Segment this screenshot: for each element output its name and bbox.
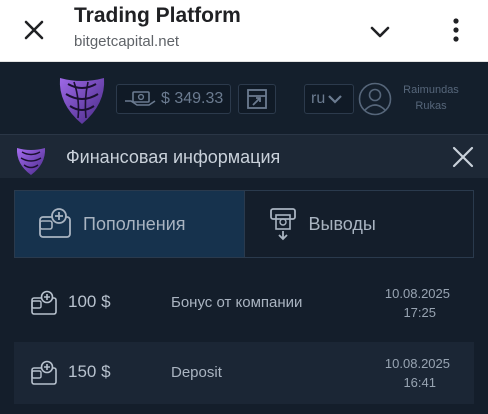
more-vert-icon[interactable] — [444, 16, 468, 44]
language-value: ru — [311, 90, 326, 107]
transaction-amount: 150 $ — [68, 362, 111, 381]
tab-withdrawals-label: Выводы — [308, 213, 376, 234]
transaction-time: 17:25 — [403, 305, 436, 320]
user-last-name: Rukas — [415, 100, 447, 112]
close-icon[interactable] — [22, 18, 46, 42]
browser-toolbar: Trading Platform bitgetcapital.net — [0, 0, 488, 62]
transaction-datetime: 10.08.2025 17:25 — [360, 284, 450, 322]
app-header: $ 349.33 ru Raimundas Rukas — [0, 62, 488, 134]
transaction-row[interactable]: 100 $ Бонус от компании 10.08.2025 17:25 — [14, 272, 474, 334]
modal-header: Финансовая информация — [0, 134, 488, 178]
tab-deposits-label: Пополнения — [83, 213, 186, 234]
transaction-description: Бонус от компании — [171, 294, 303, 311]
chevron-down-icon[interactable] — [368, 20, 392, 44]
export-button[interactable] — [238, 84, 276, 114]
transaction-amount: 100 $ — [68, 292, 111, 311]
page-url[interactable]: bitgetcapital.net — [74, 33, 179, 50]
tab-withdrawals[interactable]: Выводы — [245, 191, 474, 257]
balance-display[interactable]: $ 349.33 — [116, 84, 231, 114]
brand-logo-icon — [16, 148, 46, 175]
user-avatar-icon[interactable] — [358, 82, 392, 116]
user-name[interactable]: Raimundas Rukas — [396, 82, 466, 114]
close-icon[interactable] — [450, 144, 476, 170]
tab-deposits[interactable]: Пополнения — [15, 191, 245, 257]
modal-title: Финансовая информация — [66, 147, 281, 167]
transaction-datetime: 10.08.2025 16:41 — [360, 354, 450, 392]
wallet-plus-icon — [31, 360, 57, 385]
wallet-plus-icon — [31, 290, 57, 315]
wallet-plus-icon — [39, 208, 71, 238]
chevron-down-icon — [328, 95, 343, 104]
atm-withdraw-icon — [269, 208, 296, 241]
brand-logo[interactable] — [54, 70, 110, 128]
financial-info-modal: Финансовая информация Пополнения Выводы … — [0, 134, 488, 414]
transaction-time: 16:41 — [403, 375, 436, 390]
cash-hand-icon — [125, 91, 156, 106]
transaction-description: Deposit — [171, 364, 222, 381]
export-icon — [247, 89, 267, 109]
tab-bar: Пополнения Выводы — [14, 190, 474, 258]
transaction-row[interactable]: 150 $ Deposit 10.08.2025 16:41 — [14, 342, 474, 404]
page-title: Trading Platform — [74, 4, 241, 27]
language-select[interactable]: ru — [304, 84, 354, 114]
modal-body: Пополнения Выводы 100 $ Бонус от компани… — [0, 178, 488, 414]
transaction-date: 10.08.2025 — [384, 286, 450, 301]
user-first-name: Raimundas — [403, 84, 459, 96]
balance-value: $ 349.33 — [161, 90, 224, 107]
transaction-date: 10.08.2025 — [384, 356, 450, 371]
